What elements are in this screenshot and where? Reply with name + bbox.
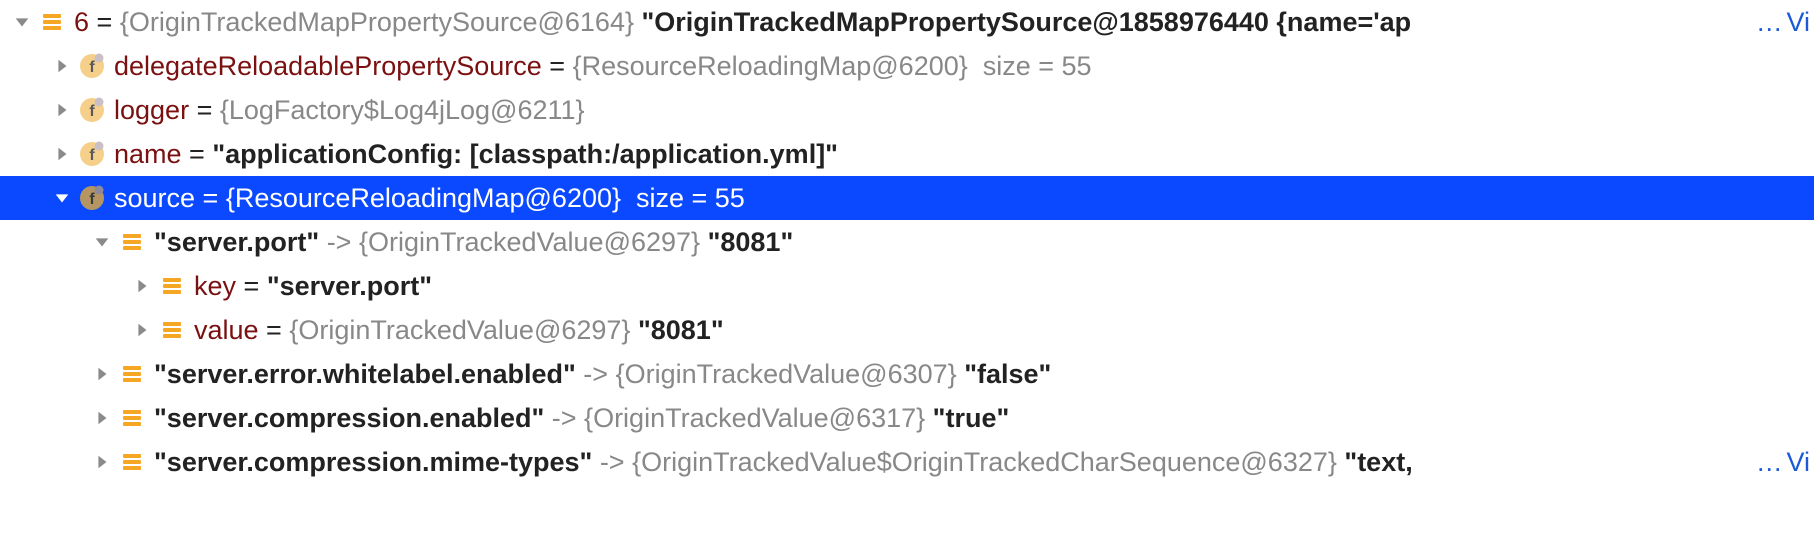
text-part: logger (114, 95, 189, 126)
text-part: -> (319, 227, 359, 258)
array-icon (116, 362, 148, 386)
row-content[interactable]: "server.port" -> {OriginTrackedValue@629… (154, 227, 1814, 258)
text-part: "server.error.whitelabel.enabled" (154, 359, 576, 390)
row-content[interactable]: source = {ResourceReloadingMap@6200} siz… (114, 183, 1814, 214)
array-icon (116, 450, 148, 474)
chevron-down-icon[interactable] (48, 189, 76, 207)
text-part: "8081" (638, 315, 724, 346)
text-part: "false" (964, 359, 1051, 390)
text-part: key (194, 271, 236, 302)
tree-row[interactable]: "server.port" -> {OriginTrackedValue@629… (0, 220, 1814, 264)
text-part: = (542, 51, 573, 82)
row-content[interactable]: value = {OriginTrackedValue@6297} "8081" (194, 315, 1814, 346)
field-icon: f (76, 141, 108, 167)
field-icon: f (76, 97, 108, 123)
text-part: "applicationConfig: [classpath:/applicat… (212, 139, 838, 170)
text-part: = (259, 315, 290, 346)
tree-row[interactable]: "server.compression.enabled" -> {OriginT… (0, 396, 1814, 440)
array-icon (116, 230, 148, 254)
tree-row[interactable]: "server.compression.mime-types" -> {Orig… (0, 440, 1814, 484)
svg-text:f: f (89, 59, 95, 76)
text-part: -> (592, 447, 632, 478)
text-part: "OriginTrackedMapPropertySource@18589764… (642, 7, 1412, 38)
text-part: delegateReloadablePropertySource (114, 51, 542, 82)
row-trailing: ... Vi (1757, 7, 1814, 38)
chevron-right-icon[interactable] (88, 365, 116, 383)
tree-row[interactable]: key = "server.port" (0, 264, 1814, 308)
row-content[interactable]: delegateReloadablePropertySource = {Reso… (114, 51, 1814, 82)
text-part: "true" (933, 403, 1010, 434)
row-content[interactable]: "server.error.whitelabel.enabled" -> {Or… (154, 359, 1814, 390)
chevron-right-icon[interactable] (128, 277, 156, 295)
tree-row[interactable]: value = {OriginTrackedValue@6297} "8081" (0, 308, 1814, 352)
row-content[interactable]: key = "server.port" (194, 271, 1814, 302)
svg-text:f: f (89, 147, 95, 164)
row-content[interactable]: "server.compression.mime-types" -> {Orig… (154, 447, 1757, 478)
text-part: "server.port" (154, 227, 319, 258)
tree-row[interactable]: f source = {ResourceReloadingMap@6200} si… (0, 176, 1814, 220)
field-icon: f (76, 53, 108, 79)
text-part: {ResourceReloadingMap@6200} size = 55 (573, 51, 1092, 82)
chevron-right-icon[interactable] (88, 453, 116, 471)
text-part: {OriginTrackedValue@6297} (289, 315, 638, 346)
tree-row[interactable]: f name = "applicationConfig: [classpath:/… (0, 132, 1814, 176)
text-part: value (194, 315, 259, 346)
view-link[interactable]: Vi (1786, 447, 1810, 478)
text-part: "text, (1344, 447, 1412, 478)
row-content[interactable]: 6 = {OriginTrackedMapPropertySource@6164… (74, 7, 1757, 38)
tree-row[interactable]: f logger = {LogFactory$Log4jLog@6211} (0, 88, 1814, 132)
array-icon (156, 274, 188, 298)
text-part: "server.compression.enabled" (154, 403, 544, 434)
chevron-right-icon[interactable] (48, 57, 76, 75)
debugger-variables-tree[interactable]: 6 = {OriginTrackedMapPropertySource@6164… (0, 0, 1814, 484)
text-part: source (114, 183, 195, 214)
text-part: "8081" (708, 227, 794, 258)
text-part: "server.compression.mime-types" (154, 447, 592, 478)
text-part: {OriginTrackedValue@6307} (616, 359, 965, 390)
text-part: {OriginTrackedValue@6317} (584, 403, 933, 434)
text-part: = (182, 139, 213, 170)
chevron-down-icon[interactable] (8, 13, 36, 31)
chevron-down-icon[interactable] (88, 233, 116, 251)
text-part: {LogFactory$Log4jLog@6211} (220, 95, 585, 126)
text-part: = (89, 7, 120, 38)
text-part: {OriginTrackedValue$OriginTrackedCharSeq… (632, 447, 1344, 478)
row-content[interactable]: name = "applicationConfig: [classpath:/a… (114, 139, 1814, 170)
text-part: {ResourceReloadingMap@6200} size = 55 (226, 183, 745, 214)
svg-text:f: f (89, 103, 95, 120)
tree-row[interactable]: f delegateReloadablePropertySource = {Res… (0, 44, 1814, 88)
text-part: -> (544, 403, 584, 434)
text-part: "server.port" (267, 271, 432, 302)
text-part: = (236, 271, 267, 302)
ellipsis-link[interactable]: ... (1757, 447, 1783, 478)
text-part: = (189, 95, 220, 126)
tree-row[interactable]: "server.error.whitelabel.enabled" -> {Or… (0, 352, 1814, 396)
text-part: = (195, 183, 226, 214)
array-icon (36, 10, 68, 34)
chevron-right-icon[interactable] (48, 145, 76, 163)
text-part: {OriginTrackedMapPropertySource@6164} (120, 7, 642, 38)
array-icon (116, 406, 148, 430)
chevron-right-icon[interactable] (88, 409, 116, 427)
chevron-right-icon[interactable] (128, 321, 156, 339)
text-part: 6 (74, 7, 89, 38)
field-icon: f (76, 185, 108, 211)
view-link[interactable]: Vi (1786, 7, 1810, 38)
row-trailing: ... Vi (1757, 447, 1814, 478)
array-icon (156, 318, 188, 342)
row-content[interactable]: logger = {LogFactory$Log4jLog@6211} (114, 95, 1814, 126)
text-part: -> (576, 359, 616, 390)
ellipsis-link[interactable]: ... (1757, 7, 1783, 38)
text-part: name (114, 139, 182, 170)
chevron-right-icon[interactable] (48, 101, 76, 119)
text-part: {OriginTrackedValue@6297} (359, 227, 708, 258)
svg-text:f: f (89, 191, 95, 208)
row-content[interactable]: "server.compression.enabled" -> {OriginT… (154, 403, 1814, 434)
tree-row[interactable]: 6 = {OriginTrackedMapPropertySource@6164… (0, 0, 1814, 44)
